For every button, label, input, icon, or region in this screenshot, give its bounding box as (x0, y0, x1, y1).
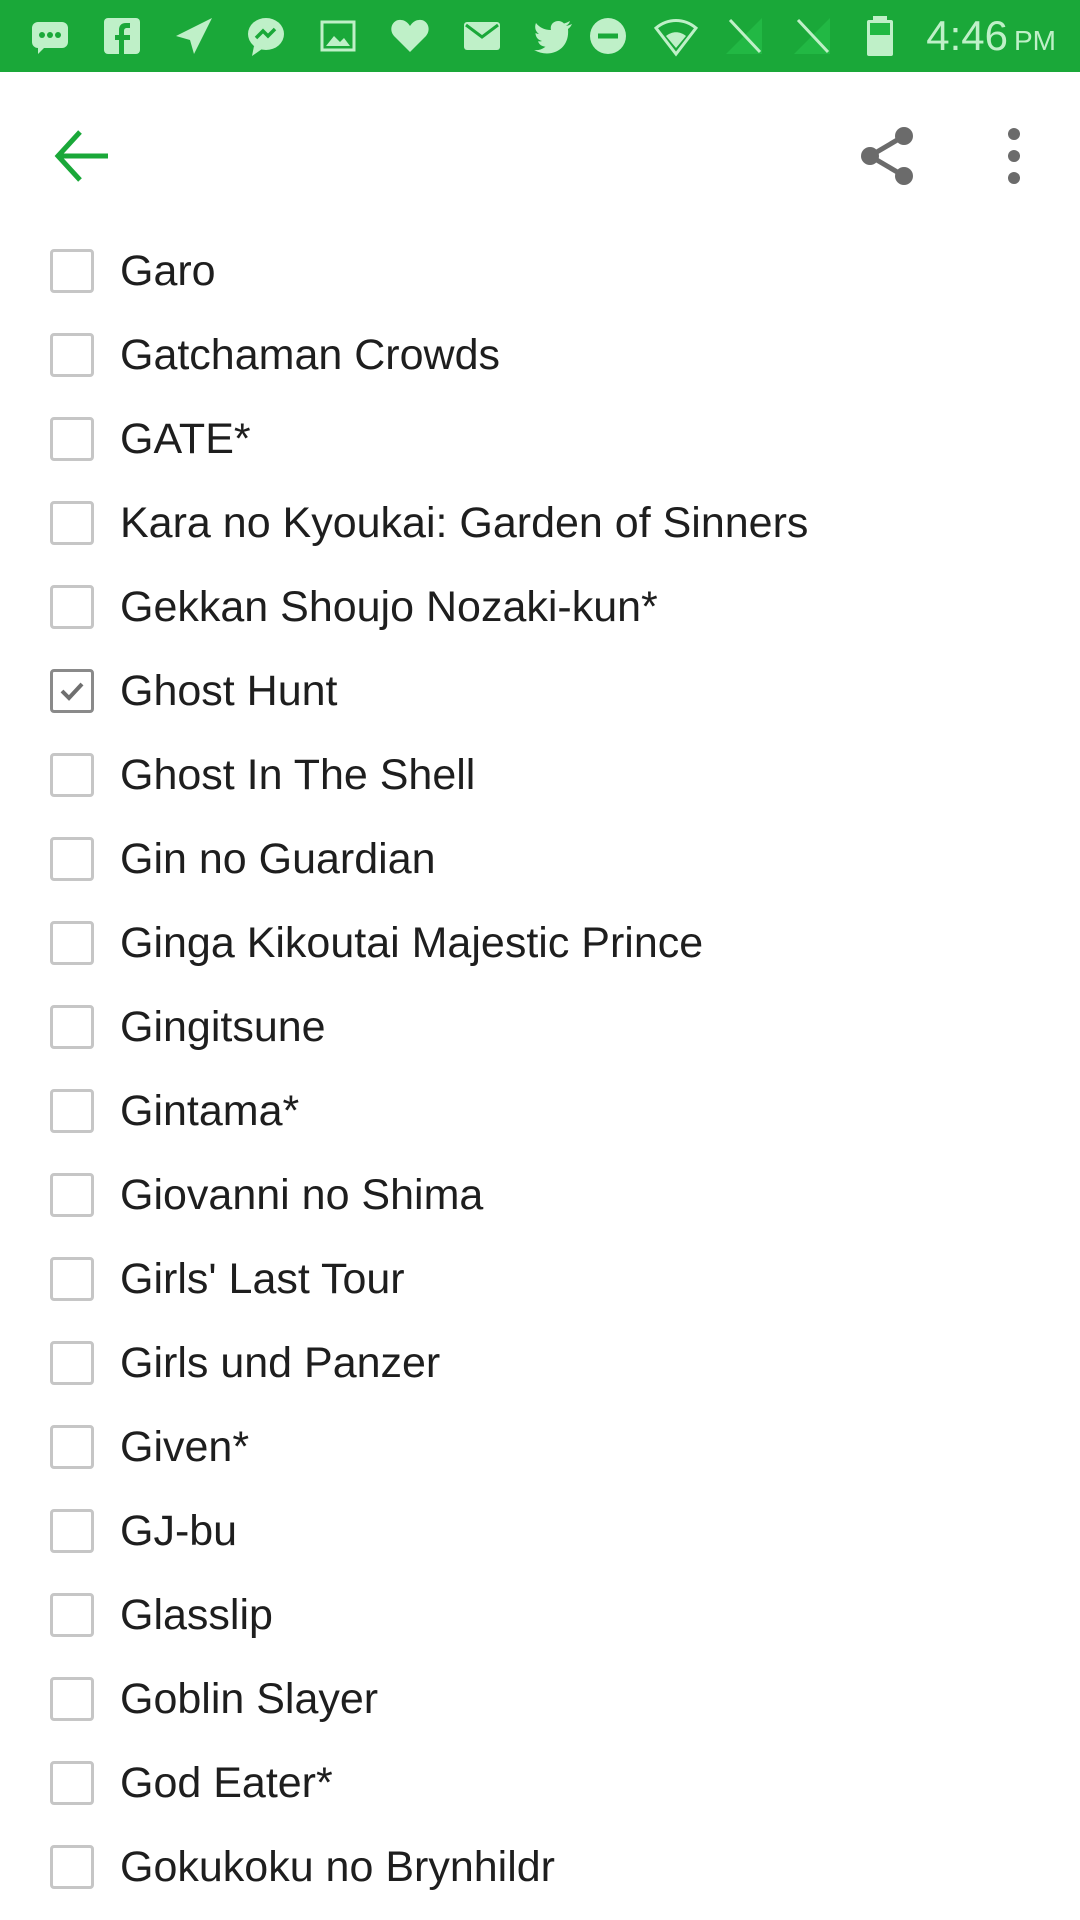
email-icon (460, 14, 504, 58)
checklist-item: GJ-bu (0, 1493, 1080, 1577)
checklist-item: Girls' Last Tour (0, 1241, 1080, 1325)
system-icons: 4:46 PM (586, 12, 1056, 60)
checklist-item: Girls und Panzer (0, 1325, 1080, 1409)
message-icon (28, 14, 72, 58)
checkbox[interactable] (50, 1845, 94, 1889)
checkmark-icon (60, 682, 84, 701)
checkbox[interactable] (50, 1257, 94, 1301)
checklist-item-label[interactable]: Garo (120, 233, 216, 309)
checklist-item-label[interactable]: Given* (120, 1409, 249, 1485)
checkbox[interactable] (50, 1341, 94, 1385)
checklist-item-label[interactable]: GATE* (120, 401, 251, 477)
checkbox-checked[interactable] (50, 669, 94, 713)
checklist-item-label[interactable]: Gintama* (120, 1073, 299, 1149)
checklist-item: Glasslip (0, 1577, 1080, 1661)
facebook-icon (100, 14, 144, 58)
signal-icon-2 (790, 14, 834, 58)
checklist-item-label[interactable]: Gingitsune (120, 989, 326, 1065)
checklist-item: Gingitsune (0, 989, 1080, 1073)
checklist-item-label[interactable]: God Eater* (120, 1745, 333, 1821)
toolbar (0, 72, 1080, 240)
checklist-item: Given* (0, 1409, 1080, 1493)
twitter-icon (532, 14, 576, 58)
checklist-item: Goblin Slayer (0, 1661, 1080, 1745)
checklist-item-label[interactable]: Ghost In The Shell (120, 737, 475, 813)
checklist-item-label[interactable]: GJ-bu (120, 1493, 237, 1569)
share-icon (861, 127, 913, 185)
checkbox[interactable] (50, 249, 94, 293)
checkbox[interactable] (50, 501, 94, 545)
checklist-item-label[interactable]: Kara no Kyoukai: Garden of Sinners (120, 485, 808, 561)
checklist-item: Gatchaman Crowds (0, 317, 1080, 401)
checklist-item-label[interactable]: Goblin Slayer (120, 1661, 378, 1737)
checkbox[interactable] (50, 921, 94, 965)
more-options-button[interactable] (978, 120, 1050, 192)
back-arrow-icon (54, 130, 108, 182)
checkbox[interactable] (50, 1593, 94, 1637)
image-icon (316, 14, 360, 58)
clock-time: 4:46 (926, 12, 1008, 59)
checklist-item-label[interactable]: Giovanni no Shima (120, 1157, 483, 1233)
checklist-item: Garo (0, 233, 1080, 317)
checklist-item: God Eater* (0, 1745, 1080, 1829)
checkbox[interactable] (50, 1677, 94, 1721)
do-not-disturb-icon (586, 14, 630, 58)
checkbox[interactable] (50, 1005, 94, 1049)
signal-icon (722, 14, 766, 58)
battery-icon (858, 14, 902, 58)
checklist-item: Ghost Hunt (0, 653, 1080, 737)
checklist-item-label[interactable]: Girls und Panzer (120, 1325, 440, 1401)
checkbox[interactable] (50, 417, 94, 461)
checklist-item-label[interactable]: Gokukoku no Brynhildr (120, 1829, 555, 1905)
checklist-item: Giovanni no Shima (0, 1157, 1080, 1241)
checklist-item: Gintama* (0, 1073, 1080, 1157)
notification-icons (28, 14, 576, 58)
checklist-item-label[interactable]: Glasslip (120, 1577, 273, 1653)
back-button[interactable] (46, 120, 118, 192)
more-vert-icon (1008, 128, 1020, 184)
checkbox[interactable] (50, 333, 94, 377)
checklist: Garo Gatchaman Crowds GATE* Kara no Kyoukai… (0, 233, 1080, 1913)
messenger-icon (244, 14, 288, 58)
wifi-icon (654, 14, 699, 58)
checkbox[interactable] (50, 837, 94, 881)
send-icon (172, 14, 216, 58)
checkbox[interactable] (50, 1509, 94, 1553)
checkbox[interactable] (50, 1089, 94, 1133)
checklist-item: Ginga Kikoutai Majestic Prince (0, 905, 1080, 989)
checklist-item: Ghost In The Shell (0, 737, 1080, 821)
checklist-item: Gin no Guardian (0, 821, 1080, 905)
checkbox[interactable] (50, 1425, 94, 1469)
heart-icon (388, 14, 432, 58)
status-bar: 4:46 PM (0, 0, 1080, 72)
share-button[interactable] (852, 120, 924, 192)
clock: 4:46 PM (926, 12, 1056, 60)
checkbox[interactable] (50, 1761, 94, 1805)
checklist-item-label[interactable]: Ghost Hunt (120, 653, 338, 729)
checkbox[interactable] (50, 753, 94, 797)
clock-ampm: PM (1014, 25, 1056, 56)
checklist-item-label[interactable]: Girls' Last Tour (120, 1241, 405, 1317)
checklist-item: Gokukoku no Brynhildr (0, 1829, 1080, 1913)
checkbox[interactable] (50, 1173, 94, 1217)
checkbox[interactable] (50, 585, 94, 629)
checklist-item-label[interactable]: Gekkan Shoujo Nozaki-kun* (120, 569, 658, 645)
checklist-item: GATE* (0, 401, 1080, 485)
checklist-item: Kara no Kyoukai: Garden of Sinners (0, 485, 1080, 569)
checklist-item: Gekkan Shoujo Nozaki-kun* (0, 569, 1080, 653)
checklist-item-label[interactable]: Gatchaman Crowds (120, 317, 500, 393)
checklist-item-label[interactable]: Gin no Guardian (120, 821, 436, 897)
checklist-item-label[interactable]: Ginga Kikoutai Majestic Prince (120, 905, 703, 981)
